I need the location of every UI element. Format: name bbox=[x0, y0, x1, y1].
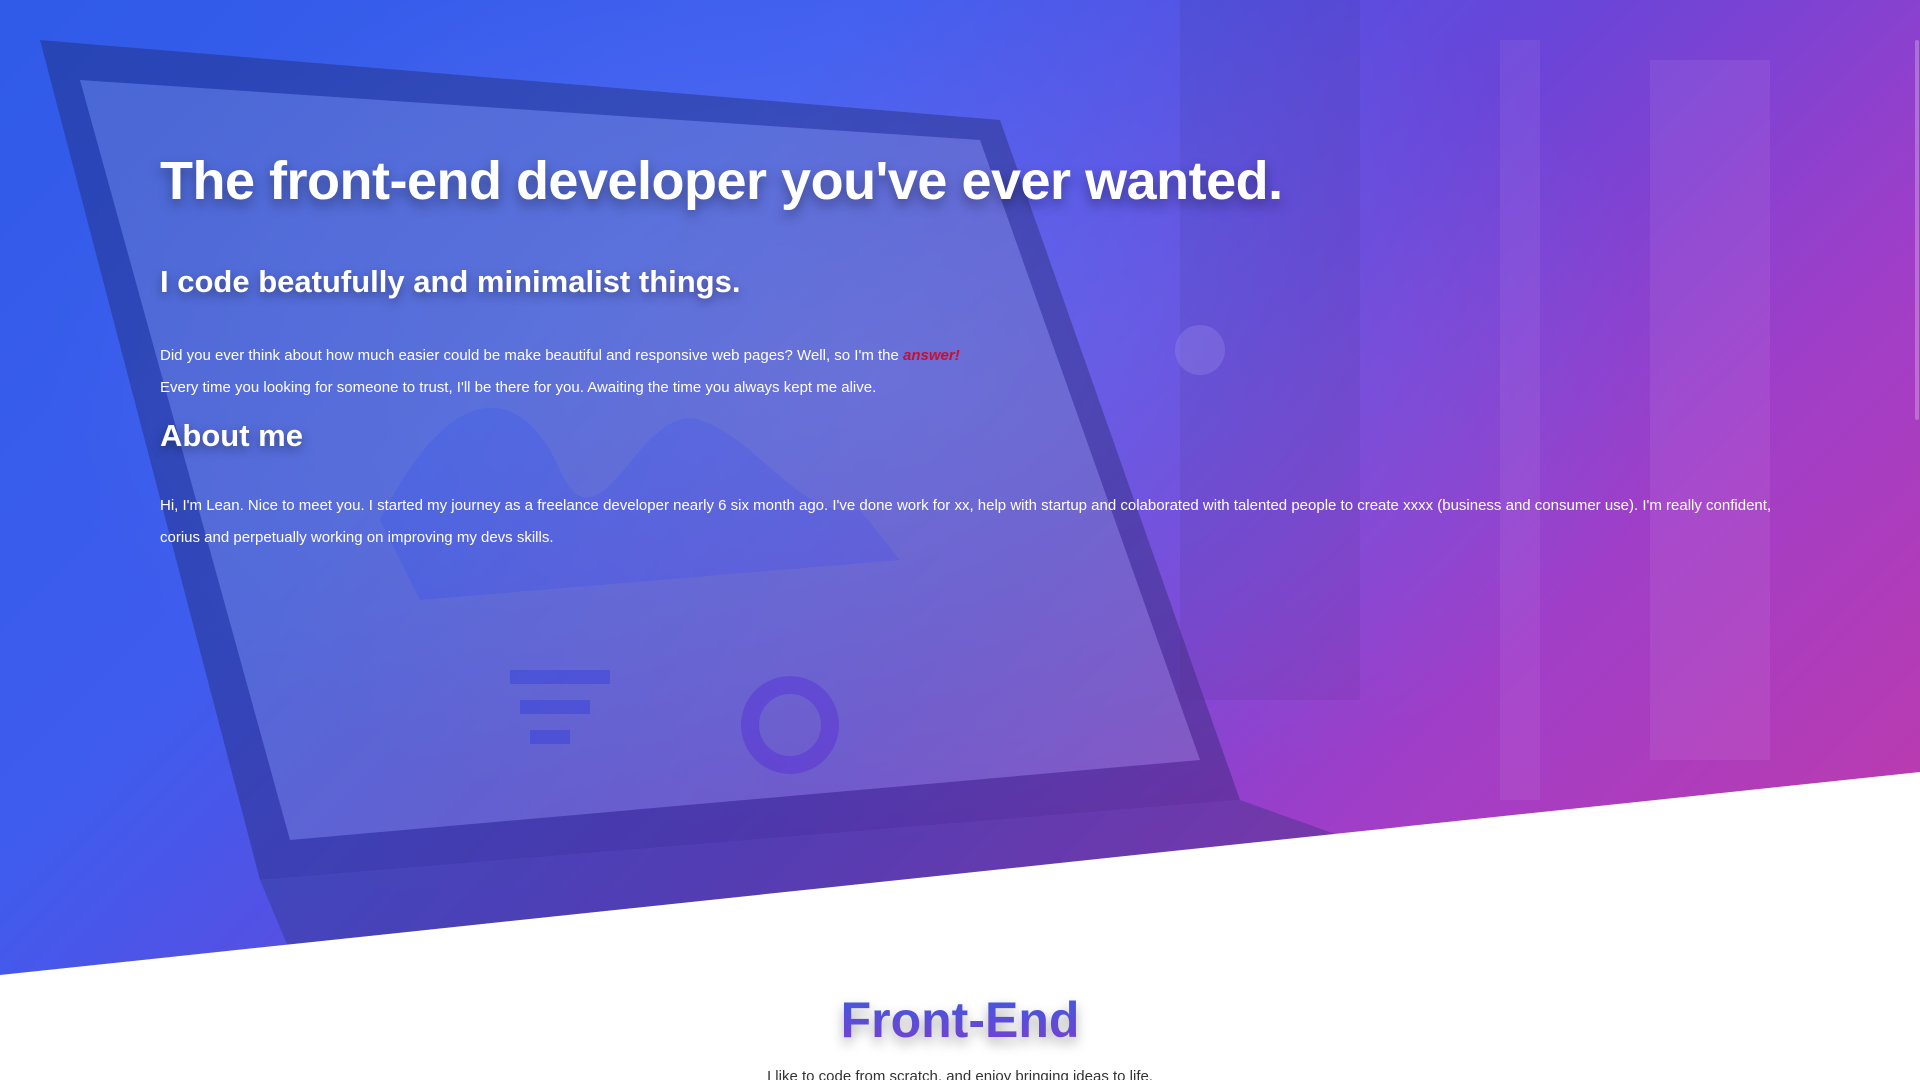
scrollbar[interactable] bbox=[1914, 0, 1920, 1080]
frontend-title-text: Front-End bbox=[840, 992, 1080, 1048]
hero-title: The front-end developer you've ever want… bbox=[160, 151, 1283, 211]
frontend-text: I like to code from scratch, and enjoy b… bbox=[766, 1068, 1154, 1080]
hero-subtitle: I code beatufully and minimalist things. bbox=[160, 264, 741, 299]
scrollbar-thumb[interactable] bbox=[1915, 40, 1919, 420]
page: The front-end developer you've ever want… bbox=[0, 0, 1920, 1080]
about-text: Hi, I'm Lean. Nice to meet you. I starte… bbox=[160, 497, 1772, 546]
answer-highlight: answer! bbox=[903, 347, 960, 364]
hero-intro-line2: Every time you looking for someone to tr… bbox=[160, 379, 877, 396]
hero-content: The front-end developer you've ever want… bbox=[160, 150, 1780, 554]
about-title: About me bbox=[160, 418, 303, 453]
hero-intro: Did you ever think about how much easier… bbox=[160, 340, 1780, 404]
hero-section: The front-end developer you've ever want… bbox=[0, 0, 1920, 975]
frontend-title: Front-End bbox=[0, 990, 1920, 1050]
hero-intro-text: Did you ever think about how much easier… bbox=[160, 347, 904, 364]
